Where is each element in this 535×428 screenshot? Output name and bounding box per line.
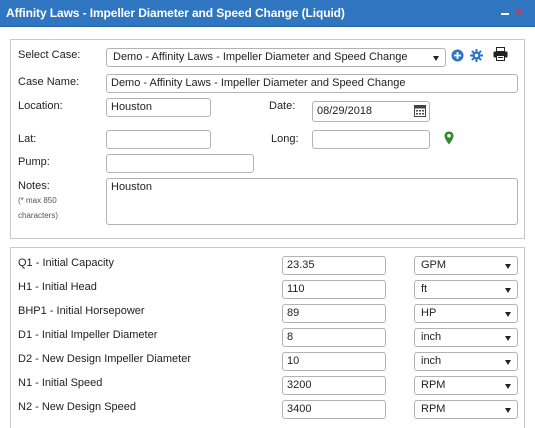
parameter-value-input[interactable]: 89 [282,304,386,323]
chevron-down-icon [433,56,439,61]
parameter-value-input[interactable]: 110 [282,280,386,299]
parameter-unit-value: GPM [421,259,447,271]
parameter-value-input[interactable]: 3400 [282,400,386,419]
long-label: Long: [271,133,299,145]
select-case-label: Select Case: [18,49,81,61]
chevron-down-icon [505,384,511,389]
parameter-unit-value: inch [421,331,442,343]
parameter-unit-select[interactable]: HP [414,304,518,323]
lat-label: Lat: [18,133,37,145]
parameter-value-input[interactable]: 3200 [282,376,386,395]
printer-icon[interactable] [493,47,508,64]
dialog-body: Select Case: Demo - Affinity Laws - Impe… [0,27,535,428]
window-titlebar: Affinity Laws - Impeller Diameter and Sp… [0,0,535,27]
parameter-unit-value: ft [421,283,428,295]
parameter-unit-value: HP [421,307,437,319]
minimize-icon[interactable] [499,4,511,18]
parameter-unit-value: RPM [421,403,446,415]
parameter-label: N2 - New Design Speed [18,401,137,413]
date-input[interactable]: 08/29/2018 [312,101,430,122]
pump-label: Pump: [18,156,50,168]
chevron-down-icon [505,408,511,413]
chevron-down-icon [505,264,511,269]
location-input[interactable]: Houston [106,98,211,117]
parameter-unit-select[interactable]: inch [414,328,518,347]
window-title: Affinity Laws - Impeller Diameter and Sp… [6,6,345,20]
select-case-value: Demo - Affinity Laws - Impeller Diameter… [113,51,408,63]
close-icon[interactable]: × [515,5,523,18]
case-name-label: Case Name: [18,76,80,88]
parameter-unit-select[interactable]: ft [414,280,518,299]
parameter-label: N1 - Initial Speed [18,377,103,389]
chevron-down-icon [505,312,511,317]
gear-icon[interactable] [470,49,483,65]
parameter-unit-select[interactable]: RPM [414,400,518,419]
notes-hint: (* max 850 characters) [18,196,59,220]
chevron-down-icon [505,336,511,341]
parameter-value-input[interactable]: 8 [282,328,386,347]
select-case-dropdown[interactable]: Demo - Affinity Laws - Impeller Diameter… [106,48,446,67]
parameter-value-input[interactable]: 23.35 [282,256,386,275]
parameter-unit-select[interactable]: GPM [414,256,518,275]
parameter-unit-value: inch [421,355,442,367]
pump-input[interactable] [106,154,254,173]
parameter-label: BHP1 - Initial Horsepower [18,305,145,317]
calendar-icon[interactable] [414,104,426,117]
date-value: 08/29/2018 [317,105,373,117]
parameter-label: H1 - Initial Head [18,281,97,293]
parameter-label: D2 - New Design Impeller Diameter [18,353,191,365]
date-label: Date: [269,100,296,112]
long-input[interactable] [312,130,430,149]
add-circle-icon[interactable] [451,49,464,65]
case-info-panel: Select Case: Demo - Affinity Laws - Impe… [10,39,525,239]
parameter-label: D1 - Initial Impeller Diameter [18,329,158,341]
case-name-input[interactable]: Demo - Affinity Laws - Impeller Diameter… [106,74,518,93]
parameters-panel: Q1 - Initial Capacity 23.35 GPM H1 - Initia… [10,247,525,428]
parameter-value-input[interactable]: 10 [282,352,386,371]
notes-textarea[interactable]: Houston [106,178,518,225]
chevron-down-icon [505,288,511,293]
parameter-unit-value: RPM [421,379,446,391]
parameter-unit-select[interactable]: RPM [414,376,518,395]
lat-input[interactable] [106,130,211,149]
parameter-label: Q1 - Initial Capacity [18,257,114,269]
parameter-unit-select[interactable]: inch [414,352,518,371]
chevron-down-icon [505,360,511,365]
map-pin-icon[interactable] [444,131,454,148]
notes-label: Notes: [18,180,50,192]
location-label: Location: [18,100,63,112]
